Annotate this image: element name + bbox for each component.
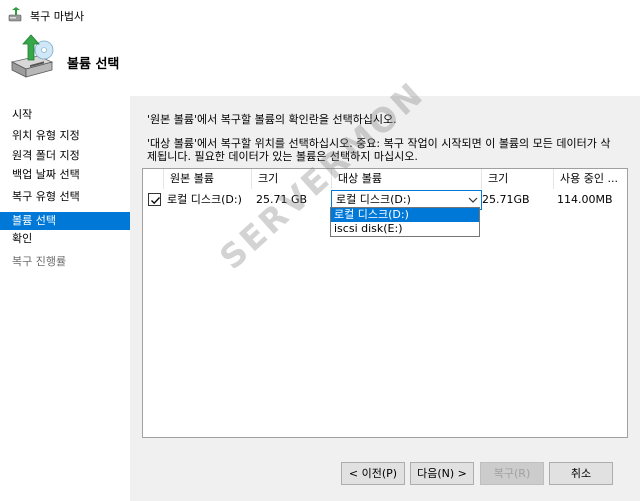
window-title: 복구 마법사 xyxy=(30,10,85,23)
wizard-steps-sidebar: 시작 위치 유형 지정 원격 폴더 지정 백업 날짜 선택 복구 유형 선택 볼… xyxy=(0,96,130,501)
main-panel: '원본 볼륨'에서 복구할 볼륨의 확인란을 선택하십시오. '대상 볼륨'에서… xyxy=(130,96,640,501)
sidebar-item-backup-date[interactable]: 백업 날짜 선택 xyxy=(12,166,80,184)
sidebar-item-start[interactable]: 시작 xyxy=(12,106,32,124)
sidebar-item-select-volume[interactable]: 볼륨 선택 xyxy=(0,212,130,230)
column-header-target-size[interactable]: 크기 xyxy=(482,169,554,189)
chevron-down-icon xyxy=(468,197,478,203)
disk-recovery-icon xyxy=(10,34,54,78)
source-volume-cell: 로컬 디스크(D:) xyxy=(167,193,242,206)
column-header-source-volume[interactable]: 원본 볼륨 xyxy=(164,169,252,189)
column-header-used-space[interactable]: 사용 중인 ... xyxy=(554,169,627,189)
column-header-check xyxy=(143,169,164,189)
target-size-cell: 25.71GB xyxy=(482,193,530,206)
recover-button: 복구(R) xyxy=(480,462,544,485)
sidebar-item-confirm[interactable]: 확인 xyxy=(12,230,32,248)
sidebar-item-recovery-type[interactable]: 복구 유형 선택 xyxy=(12,188,80,206)
target-volume-dropdown-list: 로컬 디스크(D:) iscsi disk(E:) xyxy=(330,207,480,237)
volume-checkbox[interactable] xyxy=(148,193,161,206)
sidebar-item-remote-folder[interactable]: 원격 폴더 지정 xyxy=(12,147,80,165)
next-button[interactable]: 다음(N) > xyxy=(410,462,474,485)
cancel-button[interactable]: 취소 xyxy=(549,462,613,485)
wizard-header: 볼륨 선택 xyxy=(0,30,640,96)
title-bar: 복구 마법사 xyxy=(0,0,640,30)
sidebar-item-location-type[interactable]: 위치 유형 지정 xyxy=(12,127,80,145)
instruction-target-line2: 제됩니다. 필요한 데이터가 있는 볼륨은 선택하지 마십시오. xyxy=(147,150,418,163)
recovery-wizard-icon xyxy=(8,7,22,22)
sidebar-item-recovery-progress: 복구 진행률 xyxy=(12,255,67,268)
dropdown-option-iscsi-disk-e[interactable]: iscsi disk(E:) xyxy=(331,222,479,236)
dropdown-option-local-disk-d[interactable]: 로컬 디스크(D:) xyxy=(331,208,479,222)
previous-button[interactable]: < 이전(P) xyxy=(341,462,405,485)
page-title: 볼륨 선택 xyxy=(67,57,120,72)
used-space-cell: 114.00MB xyxy=(557,193,613,206)
check-icon xyxy=(151,197,160,205)
